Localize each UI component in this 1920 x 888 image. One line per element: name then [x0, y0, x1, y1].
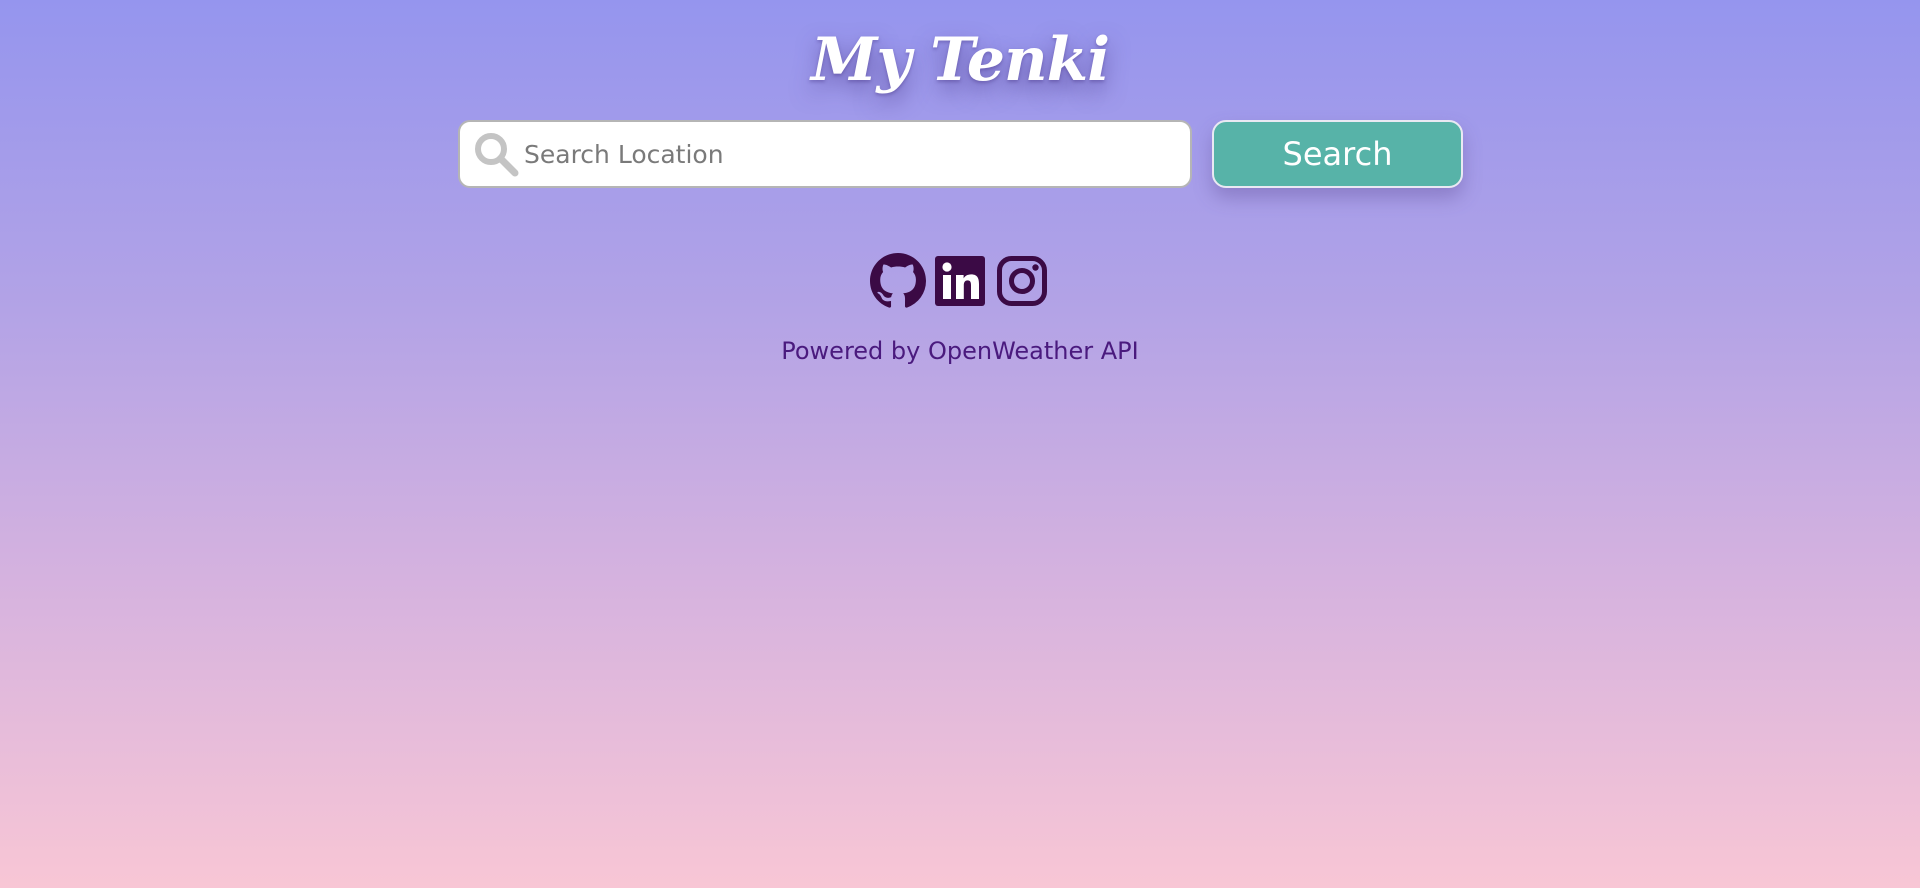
- footer-attribution: Powered by OpenWeather API: [781, 337, 1139, 365]
- search-box[interactable]: [458, 120, 1192, 188]
- app-title: My Tenki: [810, 25, 1110, 95]
- search-button[interactable]: Search: [1212, 120, 1463, 188]
- search-icon: [475, 133, 519, 177]
- linkedin-icon: [935, 256, 985, 306]
- search-input[interactable]: [522, 124, 1190, 184]
- linkedin-link[interactable]: [932, 253, 988, 309]
- social-links: [870, 253, 1050, 309]
- instagram-icon: [997, 256, 1047, 306]
- github-link[interactable]: [870, 253, 926, 309]
- github-icon: [870, 253, 926, 308]
- instagram-link[interactable]: [994, 253, 1050, 309]
